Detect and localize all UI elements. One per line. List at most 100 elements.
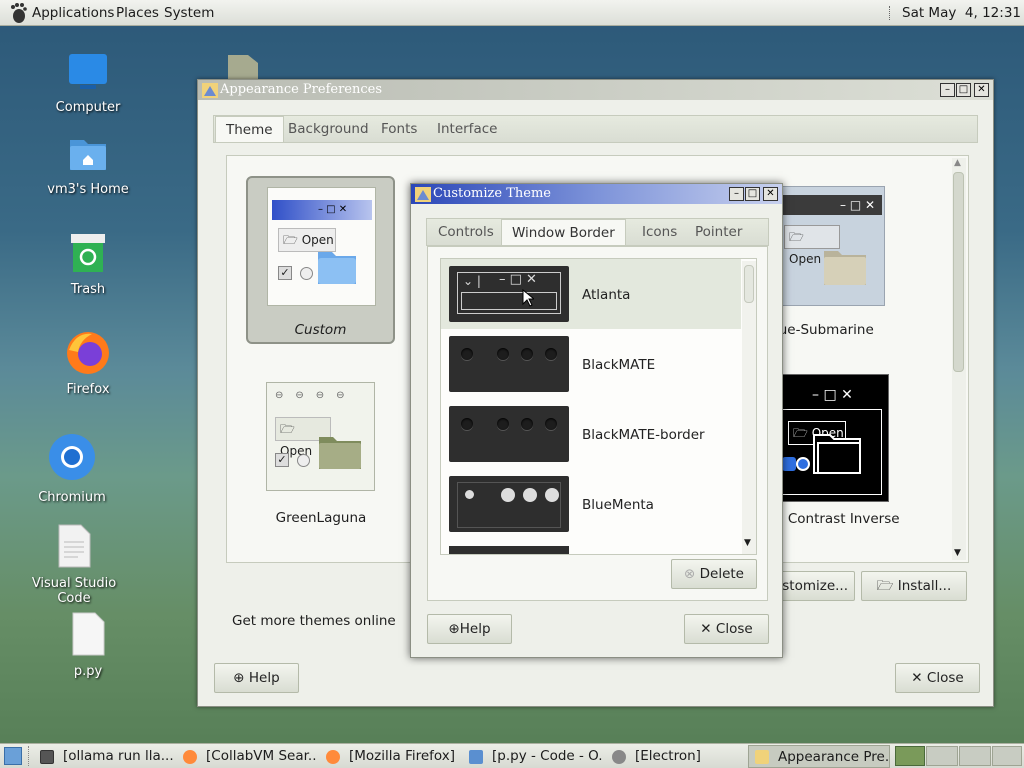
scroll-down-icon[interactable]: ▼: [744, 538, 751, 548]
get-more-themes-link[interactable]: Get more themes online: [232, 613, 396, 629]
tab-fonts[interactable]: Fonts: [371, 116, 427, 142]
file-icon: [72, 612, 105, 656]
minimize-button[interactable]: –: [940, 83, 955, 97]
desktop-icon-label: Trash: [70, 282, 106, 297]
desktop-icon-label: Visual Studio Code: [31, 576, 117, 606]
theme-name: h Contrast Inverse: [775, 511, 900, 527]
theme-name: lue-Submarine: [775, 322, 874, 338]
taskbar-item-electron[interactable]: [Electron]: [610, 744, 747, 768]
desktop-icon-p-py[interactable]: p.py: [38, 612, 138, 679]
delete-icon: ⊗: [684, 566, 696, 582]
desktop-icon-computer[interactable]: Computer: [38, 52, 138, 115]
taskbar-item-appearance[interactable]: Appearance Pre...: [748, 745, 890, 768]
help-button[interactable]: ⊕ Help: [214, 663, 299, 693]
workspace-4[interactable]: [992, 746, 1022, 766]
theme-name: BlueMenta: [582, 497, 654, 513]
workspace-3[interactable]: [959, 746, 991, 766]
help-button[interactable]: ⊕Help: [427, 614, 512, 644]
scrollbar-thumb[interactable]: [953, 172, 964, 372]
desktop-icon-firefox[interactable]: Firefox: [38, 330, 138, 397]
window-border-list: ⌄ | – □ ✕ Atlanta BlackMATE BlackMATE-bo…: [440, 258, 757, 555]
theme-preview: ⊖⊖⊖⊖ 🗁 Open ✓: [266, 382, 375, 491]
desktop-icon-label: p.py: [73, 664, 103, 679]
appearance-app-icon: [202, 83, 218, 98]
tab-content: ⌄ | – □ ✕ Atlanta BlackMATE BlackMATE-bo…: [427, 246, 768, 601]
close-window-button[interactable]: ✕: [763, 187, 778, 201]
list-item-partial: [449, 546, 569, 554]
desktop-icon-home[interactable]: vm3's Home: [38, 134, 138, 197]
clock[interactable]: Sat May 4, 12:31 AM: [902, 5, 1024, 21]
workspace-2[interactable]: [926, 746, 958, 766]
theme-name: Custom: [294, 322, 347, 338]
electron-icon: [612, 750, 626, 764]
close-button[interactable]: ✕ Close: [684, 614, 769, 644]
trash-icon: [71, 234, 105, 272]
panel-separator: [889, 6, 892, 20]
close-button[interactable]: ✕ Close: [895, 663, 980, 693]
scroll-down-icon[interactable]: ▼: [954, 548, 961, 558]
help-icon: ⊕: [233, 670, 245, 686]
theme-item-custom[interactable]: – □ ✕ 🗁 Open ✓ Custom: [246, 176, 395, 344]
list-item-bluementa[interactable]: BlueMenta: [441, 469, 741, 539]
tab-theme[interactable]: Theme: [215, 116, 284, 142]
firefox-icon: [67, 332, 109, 374]
list-item-blackmate-border[interactable]: BlackMATE-border: [441, 399, 741, 469]
dialog-title: Customize Theme: [433, 186, 551, 201]
list-scrollbar[interactable]: ▼: [742, 261, 756, 554]
help-icon: ⊕: [448, 621, 460, 637]
gnome-foot-icon[interactable]: [8, 2, 28, 24]
appearance-app-icon: [415, 187, 431, 202]
file-icon: [58, 524, 91, 568]
customize-theme-dialog: Customize Theme – □ ✕ Controls Window Bo…: [410, 183, 783, 658]
taskbar: [ollama run lla... [CollabVM Sear... [Mo…: [0, 743, 1024, 768]
desktop-icon-chromium[interactable]: Chromium: [22, 432, 122, 505]
delete-button[interactable]: ⊗ Delete: [671, 559, 757, 589]
taskbar-item-code[interactable]: [p.py - Code - O...: [467, 744, 604, 768]
maximize-button[interactable]: □: [956, 83, 971, 97]
theme-item-greenlaguna[interactable]: ⊖⊖⊖⊖ 🗁 Open ✓ GreenLaguna: [251, 378, 391, 526]
tab-controls[interactable]: Controls: [428, 219, 504, 245]
titlebar[interactable]: Customize Theme: [411, 184, 782, 204]
desktop-icon-label: Firefox: [66, 382, 110, 397]
tab-window-border[interactable]: Window Border: [501, 219, 626, 245]
desktop-icon-trash[interactable]: Trash: [38, 232, 138, 297]
show-desktop-icon[interactable]: [4, 747, 22, 765]
desktop-icon-label: Chromium: [38, 490, 106, 505]
titlebar[interactable]: Appearance Preferences: [198, 80, 993, 100]
theme-name: Atlanta: [582, 287, 631, 303]
desktop-icon-vscode[interactable]: Visual Studio Code: [14, 524, 134, 606]
taskbar-item-collabvm[interactable]: [CollabVM Sear...: [181, 744, 318, 768]
minimize-button[interactable]: –: [729, 187, 744, 201]
close-window-button[interactable]: ✕: [974, 83, 989, 97]
tab-background[interactable]: Background: [278, 116, 379, 142]
firefox-icon: [183, 750, 197, 764]
theme-item-high-contrast-inverse[interactable]: – □ ✕ 🗁 Open: [775, 374, 889, 502]
taskbar-item-firefox[interactable]: [Mozilla Firefox]: [324, 744, 461, 768]
menu-applications[interactable]: Applications: [32, 5, 114, 21]
bluementa-preview: [449, 476, 569, 532]
theme-name: GreenLaguna: [275, 510, 367, 526]
workspace-1[interactable]: [895, 746, 925, 766]
list-item-blackmate[interactable]: BlackMATE: [441, 329, 741, 399]
scrollbar-thumb[interactable]: [744, 265, 754, 303]
scroll-up-icon[interactable]: ▲: [954, 158, 961, 168]
folder-open-icon: 🗁: [876, 578, 898, 594]
list-item-atlanta[interactable]: ⌄ | – □ ✕ Atlanta: [441, 259, 741, 329]
tab-interface[interactable]: Interface: [427, 116, 507, 142]
theme-list-scrollbar[interactable]: ▼ ▲: [952, 158, 966, 560]
install-button[interactable]: 🗁 Install...: [861, 571, 967, 601]
file-icon: [228, 55, 258, 81]
close-icon: ✕: [700, 621, 712, 637]
theme-preview: – □ ✕ 🗁 Open ✓: [267, 187, 376, 306]
firefox-icon: [326, 750, 340, 764]
blackmate-border-preview: [449, 406, 569, 462]
theme-item-blue-submarine[interactable]: – □ ✕ 🗁 Open: [775, 186, 885, 306]
home-folder-icon: [70, 140, 106, 170]
tab-pointer[interactable]: Pointer: [685, 219, 752, 245]
menu-system[interactable]: System: [164, 5, 214, 21]
menu-places[interactable]: Places: [116, 5, 159, 21]
taskbar-item-terminal[interactable]: [ollama run lla...: [38, 744, 175, 768]
close-icon: ✕: [911, 670, 923, 686]
maximize-button[interactable]: □: [745, 187, 760, 201]
tab-icons[interactable]: Icons: [632, 219, 687, 245]
